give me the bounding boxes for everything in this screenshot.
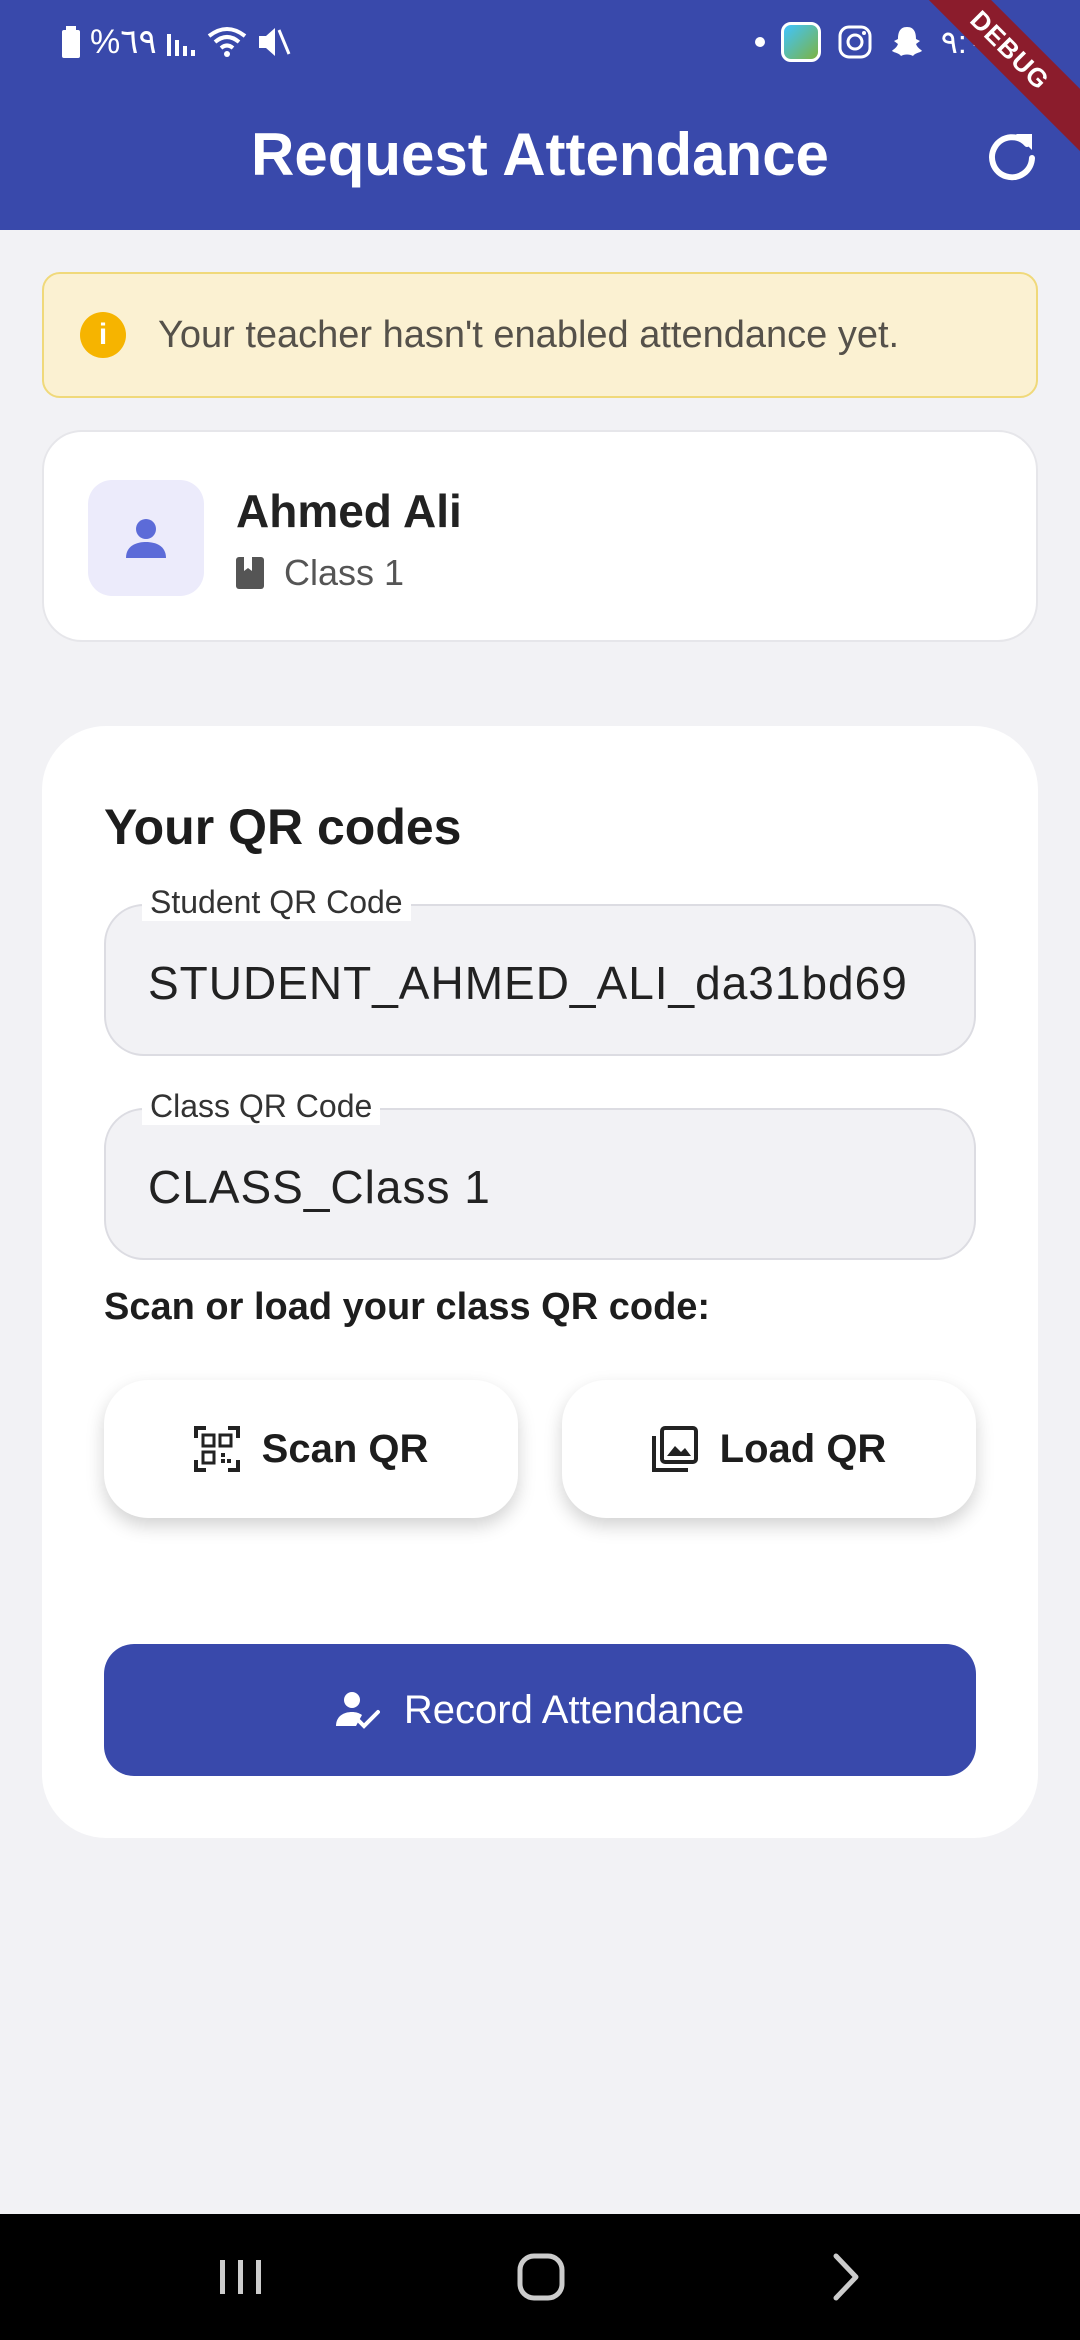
recents-button[interactable] [206, 2244, 276, 2310]
home-button[interactable] [506, 2244, 576, 2310]
refresh-icon [989, 134, 1035, 181]
refresh-button[interactable] [982, 126, 1042, 186]
instagram-icon [837, 24, 873, 60]
record-attendance-label: Record Attendance [403, 1687, 745, 1732]
info-icon: i [80, 312, 126, 358]
avatar [88, 480, 204, 596]
dot-icon [754, 37, 765, 47]
notice-text: Your teacher hasn't enabled attendance y… [158, 313, 900, 356]
qr-scanner-icon [193, 1426, 240, 1472]
student-qr-label: Student QR Code [142, 884, 411, 921]
signal-icon [166, 28, 197, 56]
app-bar: %٦٩ ٩:٠ DEBUG Request Attendance [0, 0, 1080, 230]
class-qr-value: CLASS_Class 1 [148, 1161, 491, 1213]
student-qr-field[interactable]: Student QR Code STUDENT_AHMED_ALI_da31bd… [104, 884, 976, 1056]
scan-qr-label: Scan QR [261, 1426, 429, 1471]
student-class-row: Class 1 [236, 552, 404, 594]
page-title: Request Attendance [251, 121, 829, 188]
qr-codes-heading: Your QR codes [104, 799, 462, 855]
system-nav-bar [0, 2214, 1080, 2340]
status-bar: %٦٩ ٩:٠ [0, 0, 1080, 84]
battery-percent: %٦٩ [90, 23, 157, 61]
gallery-icon [651, 1426, 698, 1472]
app-icon [780, 22, 821, 62]
back-button[interactable] [810, 2244, 880, 2310]
mute-icon [257, 26, 291, 58]
chevron-right-icon [833, 2253, 859, 2301]
home-icon [517, 2253, 565, 2301]
load-qr-label: Load QR [719, 1426, 887, 1471]
scan-prompt: Scan or load your class QR code: [104, 1286, 711, 1328]
student-class: Class 1 [284, 552, 405, 593]
class-qr-label: Class QR Code [142, 1088, 381, 1125]
student-name: Ahmed Ali [236, 485, 462, 537]
battery-icon [62, 26, 80, 58]
student-qr-value: STUDENT_AHMED_ALI_da31bd69 [148, 957, 908, 1009]
book-icon [236, 557, 264, 589]
attendance-notice-banner: i Your teacher hasn't enabled attendance… [42, 272, 1038, 398]
person-check-icon [335, 1692, 380, 1729]
status-left: %٦٩ [62, 22, 291, 62]
person-icon [126, 519, 166, 558]
record-attendance-button[interactable]: Record Attendance [104, 1644, 976, 1776]
wifi-icon [207, 26, 247, 58]
status-right: ٩:٠ [754, 20, 984, 64]
student-card: Ahmed Ali Class 1 [42, 430, 1038, 642]
load-qr-button[interactable]: Load QR [562, 1380, 976, 1518]
recents-icon [220, 2260, 261, 2294]
snapchat-icon [889, 24, 925, 60]
scan-qr-button[interactable]: Scan QR [104, 1380, 518, 1518]
class-qr-field[interactable]: Class QR Code CLASS_Class 1 [104, 1088, 976, 1260]
qr-codes-card: Your QR codes Student QR Code STUDENT_AH… [42, 726, 1038, 1838]
